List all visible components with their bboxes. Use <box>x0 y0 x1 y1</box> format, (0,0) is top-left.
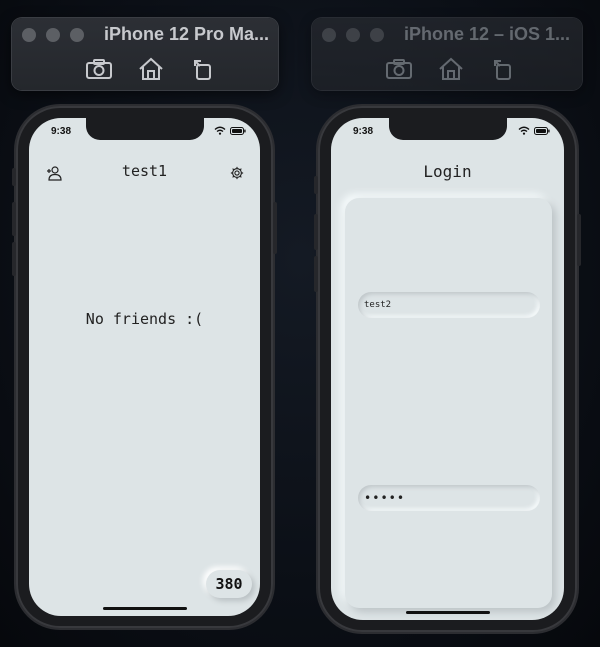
wifi-icon <box>214 126 226 135</box>
simulator-window-bar-right: iPhone 12 – iOS 1... <box>312 18 582 90</box>
login-card <box>345 198 552 608</box>
simulator-window-bar-left: iPhone 12 Pro Ma... <box>12 18 278 90</box>
close-window-button[interactable] <box>322 28 336 42</box>
empty-friends-message: No friends :( <box>85 310 204 328</box>
home-indicator[interactable] <box>102 607 187 610</box>
status-time: 9:38 <box>51 126 72 137</box>
login-title: Login <box>423 162 472 181</box>
password-input[interactable] <box>364 485 532 511</box>
rotate-button[interactable] <box>188 56 218 82</box>
window-controls <box>22 28 84 42</box>
simulator-title: iPhone 12 – iOS 1... <box>404 24 571 44</box>
minimize-window-button[interactable] <box>46 28 60 42</box>
minimize-window-button[interactable] <box>346 28 360 42</box>
username-field[interactable] <box>358 292 540 318</box>
screenshot-button[interactable] <box>84 56 114 82</box>
nav-title: test1 <box>121 162 168 180</box>
mute-switch <box>12 168 16 186</box>
simulator-title: iPhone 12 Pro Ma... <box>104 24 270 44</box>
status-icons <box>214 126 246 135</box>
zoom-window-button[interactable] <box>70 28 84 42</box>
camera-icon <box>386 59 412 79</box>
status-time: 9:38 <box>353 126 374 137</box>
home-icon <box>439 57 463 80</box>
volume-down-button <box>314 256 318 292</box>
password-field[interactable] <box>358 485 540 511</box>
volume-down-button <box>12 242 16 276</box>
login-screen: 9:38 Login <box>331 118 564 620</box>
volume-up-button <box>314 214 318 250</box>
notch <box>85 118 204 140</box>
count-badge[interactable]: 380 <box>206 570 252 598</box>
window-controls <box>322 28 384 42</box>
home-icon <box>139 57 163 80</box>
iphone-frame-left: 9:38 test1 No friends :( 380 <box>12 106 277 628</box>
screenshot-button[interactable] <box>384 56 414 82</box>
rotate-icon <box>494 60 511 80</box>
battery-icon <box>534 126 550 135</box>
notch <box>388 118 507 140</box>
volume-up-button <box>12 202 16 236</box>
zoom-window-button[interactable] <box>370 28 384 42</box>
settings-button[interactable] <box>228 164 246 182</box>
mute-switch <box>314 176 318 194</box>
rotate-button[interactable] <box>488 56 518 82</box>
home-button[interactable] <box>136 56 166 82</box>
friends-screen: 9:38 test1 No friends :( 380 <box>29 118 260 616</box>
rotate-icon <box>194 60 211 80</box>
wifi-icon <box>518 126 530 135</box>
side-button <box>577 214 581 266</box>
close-window-button[interactable] <box>22 28 36 42</box>
status-icons <box>518 126 550 135</box>
side-button <box>273 202 277 254</box>
battery-icon <box>230 126 246 135</box>
home-button[interactable] <box>436 56 466 82</box>
iphone-frame-right: 9:38 Login <box>314 106 581 632</box>
camera-icon <box>86 59 112 79</box>
gear-icon <box>230 166 244 180</box>
home-indicator[interactable] <box>405 611 490 614</box>
username-input[interactable] <box>364 292 532 318</box>
